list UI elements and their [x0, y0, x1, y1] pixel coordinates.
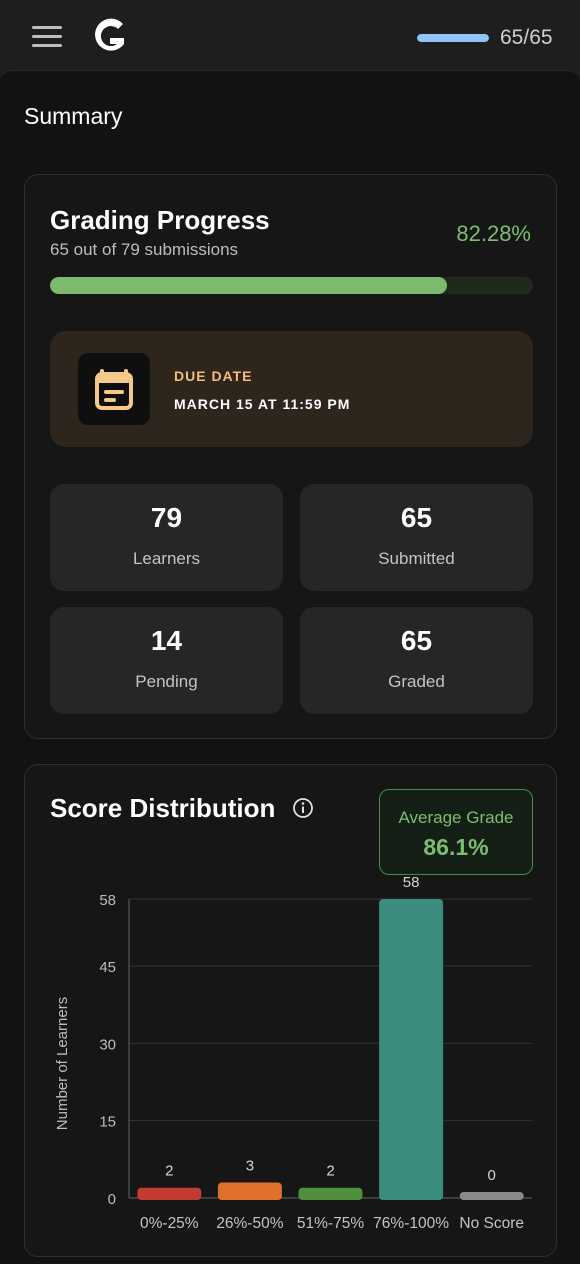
stat-label: Submitted — [378, 549, 455, 568]
y-axis-title: Number of Learners — [54, 997, 71, 1130]
score-distribution-chart: 0 15 30 45 58 Number of Learners 2 0%-25% 3 26%-5… — [54, 874, 532, 1232]
header-progress-fill — [417, 34, 489, 42]
stat-pending: 14 Pending — [50, 607, 283, 714]
stat-label: Pending — [135, 672, 198, 691]
x-tick-label: 76%-100% — [373, 1215, 449, 1232]
bar-value-label: 3 — [246, 1158, 254, 1175]
x-tick-label: 51%-75% — [297, 1215, 364, 1232]
due-date-value: MARCH 15 AT 11:59 PM — [174, 396, 351, 412]
bar-value-label: 2 — [165, 1163, 173, 1180]
stat-label: Graded — [388, 672, 445, 691]
grading-progress-bar — [50, 277, 533, 294]
grading-progress-card: Grading Progress 65 out of 79 submission… — [24, 174, 557, 739]
calendar-icon — [78, 353, 150, 425]
bar-value-label: 0 — [488, 1167, 496, 1184]
stat-label: Learners — [132, 549, 201, 568]
x-tick-label: 26%-50% — [216, 1215, 283, 1232]
grading-progress-fill — [50, 277, 448, 294]
bar[interactable] — [379, 899, 444, 1200]
y-tick-label: 15 — [99, 1114, 116, 1131]
y-tick-label: 45 — [99, 959, 116, 976]
grading-progress-title: Grading Progress — [50, 205, 270, 235]
stat-value: 65 — [400, 625, 433, 656]
hamburger-menu-icon[interactable] — [32, 26, 62, 48]
g-logo-icon[interactable] — [90, 16, 128, 58]
header-progress-count: 65/65 — [500, 26, 553, 49]
stat-submitted: 65 Submitted — [300, 484, 533, 591]
bar[interactable] — [459, 1192, 524, 1200]
page-title: Summary — [24, 103, 123, 129]
due-date-label: DUE DATE — [174, 368, 253, 384]
y-tick-label: 58 — [99, 892, 116, 909]
due-date-box: DUE DATE MARCH 15 AT 11:59 PM — [50, 331, 533, 447]
stat-value: 65 — [400, 502, 433, 533]
bar[interactable] — [298, 1187, 363, 1200]
y-tick-label: 0 — [108, 1191, 116, 1208]
main-content: Summary Grading Progress 65 out of 79 su… — [0, 70, 580, 1264]
stat-graded: 65 Graded — [300, 607, 533, 714]
bar-value-label: 58 — [403, 874, 420, 891]
x-tick-label: 0%-25% — [140, 1215, 199, 1232]
grading-progress-subtitle: 65 out of 79 submissions — [50, 240, 239, 259]
bar[interactable] — [217, 1182, 282, 1200]
top-bar: 65/65 — [0, 0, 580, 72]
header-progress-bar — [417, 34, 489, 42]
bar-value-label: 2 — [326, 1163, 334, 1180]
grading-progress-percent: 82.28% — [456, 221, 531, 246]
x-tick-label: No Score — [459, 1215, 524, 1232]
stat-learners: 79 Learners — [50, 484, 283, 591]
bar[interactable] — [137, 1187, 202, 1200]
y-tick-label: 30 — [99, 1036, 116, 1053]
stat-value: 14 — [150, 625, 183, 656]
score-distribution-card: Score Distribution Average Grade 86.1% 0… — [24, 764, 557, 1257]
stat-value: 79 — [150, 502, 183, 533]
